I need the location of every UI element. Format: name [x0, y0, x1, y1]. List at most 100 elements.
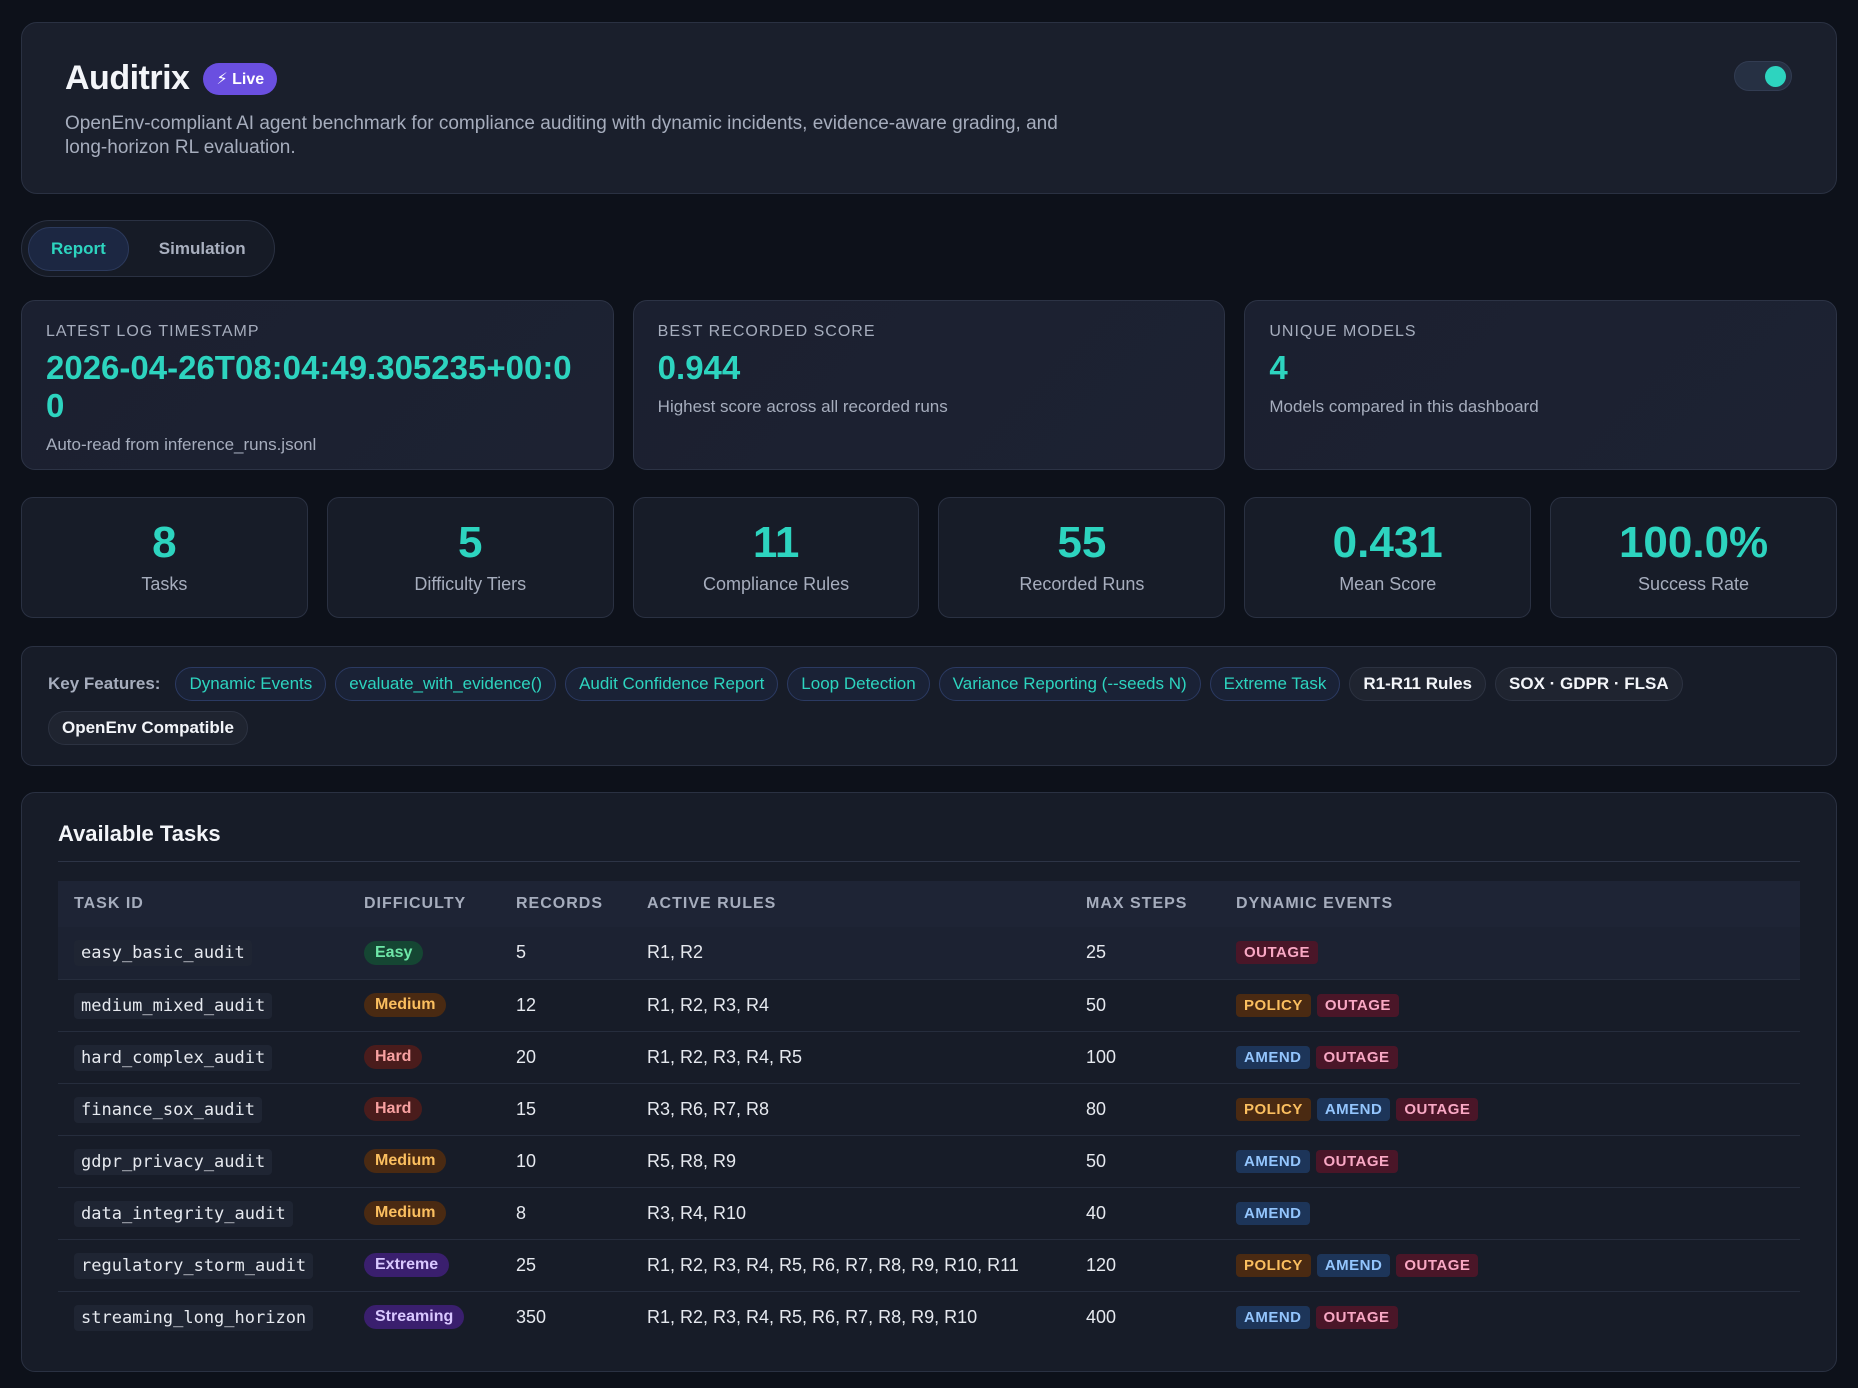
table-row[interactable]: regulatory_storm_audit Extreme 25 R1, R2, R… [58, 1239, 1800, 1292]
summary-stats: 8 Tasks 5 Difficulty Tiers 11 Compliance… [21, 497, 1837, 618]
cell-active-rules: R3, R6, R7, R8 [631, 1083, 1070, 1136]
stat-value: 0.431 [1332, 518, 1443, 567]
table-header-row: TASK ID DIFFICULTY RECORDS ACTIVE RULES … [58, 881, 1800, 927]
table-row[interactable]: hard_complex_audit Hard 20 R1, R2, R3, R4, … [58, 1031, 1800, 1084]
cell-max-steps: 120 [1070, 1239, 1220, 1292]
cell-active-rules: R1, R2, R3, R4 [631, 979, 1070, 1032]
column-header-difficulty: DIFFICULTY [364, 895, 467, 912]
tasks-table-body: easy_basic_audit Easy 5 R1, R2 25 OUTAGE mediu… [58, 927, 1800, 1343]
cell-records: 15 [500, 1083, 631, 1136]
cell-max-steps: 100 [1070, 1031, 1220, 1084]
cell-difficulty: Streaming [348, 1291, 500, 1343]
cell-records: 20 [500, 1031, 631, 1084]
cell-task-id: hard_complex_audit [58, 1031, 348, 1084]
features-label: Key Features: [48, 674, 161, 693]
cell-records: 10 [500, 1135, 631, 1188]
difficulty-badge: Easy [364, 940, 424, 965]
view-tabs: Report Simulation [21, 220, 275, 277]
stat-label: Success Rate [1638, 574, 1750, 594]
difficulty-badge: Medium [364, 993, 447, 1017]
stat-value: 2026-04-26T08:04:49.305235+00:00 [46, 349, 572, 424]
cell-dynamic-events: AMEND OUTAGE [1220, 1031, 1800, 1084]
dashboard-page: Auditrix ⚡ Live OpenEnv-compliant AI age… [0, 0, 1858, 1388]
stat-value: 11 [752, 518, 800, 567]
feature-chip: evaluate_with_evidence() [335, 667, 557, 701]
app-title: Auditrix [65, 59, 190, 97]
cell-dynamic-events: OUTAGE [1220, 927, 1800, 980]
cell-task-id: data_integrity_audit [58, 1187, 348, 1240]
cell-active-rules: R1, R2, R3, R4, R5 [631, 1031, 1070, 1084]
cell-task-id: streaming_long_horizon [58, 1291, 348, 1343]
difficulty-badge: Medium [364, 1149, 447, 1173]
cell-difficulty: Extreme [348, 1239, 500, 1292]
cell-difficulty: Medium [348, 1187, 500, 1240]
feature-chip: Extreme Task [1209, 667, 1341, 701]
task-id: hard_complex_audit [74, 1044, 273, 1071]
cell-max-steps: 400 [1086, 1306, 1117, 1327]
cell-difficulty: Medium [348, 979, 500, 1032]
cell-dynamic-events: AMEND [1220, 1187, 1800, 1240]
task-id: medium_mixed_audit [74, 992, 273, 1019]
stat-label: Compliance Rules [703, 574, 850, 594]
event-badge-amend: AMEND [1316, 1253, 1391, 1277]
tasks-title: Available Tasks [58, 821, 1800, 862]
stat-compliance-rules: 11 Compliance Rules [632, 497, 920, 618]
table-row[interactable]: streaming_long_horizon Streaming 350 R1, R2… [58, 1291, 1800, 1343]
stat-label: Mean Score [1339, 574, 1437, 594]
tasks-table: TASK ID DIFFICULTY RECORDS ACTIVE RULES … [58, 881, 1800, 1343]
feature-chip: R1-R11 Rules [1349, 667, 1487, 701]
stat-recorded-runs: 55 Recorded Runs [938, 497, 1226, 618]
cell-difficulty: Hard [348, 1083, 500, 1136]
event-badge-outage: OUTAGE [1315, 1149, 1398, 1173]
column-header-max-steps: MAX STEPS [1086, 895, 1188, 912]
cell-dynamic-events: POLICY OUTAGE [1220, 979, 1800, 1032]
cell-records: 5 [500, 927, 631, 980]
stat-label: Tasks [141, 574, 188, 594]
stat-description: Models compared in this dashboard [1269, 397, 1539, 416]
stat-difficulty-tiers: 5 Difficulty Tiers [326, 497, 614, 618]
event-badge-amend: AMEND [1236, 1305, 1310, 1329]
event-badge-outage: OUTAGE [1316, 993, 1399, 1017]
table-row[interactable]: medium_mixed_audit Medium 12 R1, R2, R3, R4… [58, 979, 1800, 1032]
cell-task-id: medium_mixed_audit [58, 979, 348, 1032]
cell-active-rules: R3, R4, R10 [631, 1187, 1070, 1240]
table-row[interactable]: finance_sox_audit Hard 15 R3, R6, R7, R8 80 P… [58, 1083, 1800, 1136]
tab-report[interactable]: Report [28, 226, 129, 271]
event-badge-amend: AMEND [1236, 1045, 1310, 1069]
cell-max-steps: 50 [1070, 979, 1220, 1032]
cell-task-id: finance_sox_audit [58, 1083, 348, 1136]
feature-chip: SOX · GDPR · FLSA [1495, 667, 1683, 701]
column-header-task-id: TASK ID [74, 895, 144, 912]
stat-label: Difficulty Tiers [414, 574, 527, 594]
cell-dynamic-events: AMEND OUTAGE [1220, 1291, 1800, 1343]
column-header-records: RECORDS [516, 895, 604, 912]
stat-description: Highest score across all recorded runs [657, 397, 948, 416]
cell-dynamic-events: POLICY AMEND OUTAGE [1220, 1239, 1800, 1292]
theme-toggle[interactable] [1734, 61, 1792, 91]
cell-max-steps: 40 [1070, 1187, 1220, 1240]
cell-active-rules: R1, R2, R3, R4, R5, R6, R7, R8, R9, R10 [647, 1306, 978, 1327]
table-row[interactable]: easy_basic_audit Easy 5 R1, R2 25 OUTAGE [58, 927, 1800, 980]
cell-records: 25 [500, 1239, 631, 1292]
tab-simulation[interactable]: Simulation [137, 228, 268, 270]
cell-dynamic-events: POLICY AMEND OUTAGE [1220, 1083, 1800, 1136]
event-badge-amend: AMEND [1236, 1149, 1310, 1173]
column-header-active-rules: ACTIVE RULES [647, 895, 777, 912]
difficulty-badge: Extreme [364, 1253, 450, 1277]
event-badge-policy: POLICY [1236, 1253, 1311, 1277]
task-id: easy_basic_audit [74, 940, 252, 967]
event-badge-outage: OUTAGE [1396, 1253, 1479, 1277]
stat-card-best-score: BEST RECORDED SCORE 0.944 Highest score … [632, 300, 1226, 470]
cell-task-id: easy_basic_audit [58, 927, 348, 980]
stat-value: 100.0% [1618, 518, 1769, 567]
stat-value: 0.944 [657, 349, 741, 386]
event-badge-outage: OUTAGE [1315, 1045, 1398, 1069]
stat-value: 5 [458, 518, 483, 567]
table-row[interactable]: data_integrity_audit Medium 8 R3, R4, R10 40… [58, 1187, 1800, 1240]
event-badge-policy: POLICY [1236, 1097, 1311, 1121]
cell-active-rules: R5, R8, R9 [631, 1135, 1070, 1188]
event-badge-amend: AMEND [1236, 1201, 1310, 1225]
stat-value: 4 [1269, 349, 1288, 386]
stat-description: Auto-read from inference_runs.jsonl [46, 435, 317, 454]
table-row[interactable]: gdpr_privacy_audit Medium 10 R5, R8, R9 50 AM… [58, 1135, 1800, 1188]
